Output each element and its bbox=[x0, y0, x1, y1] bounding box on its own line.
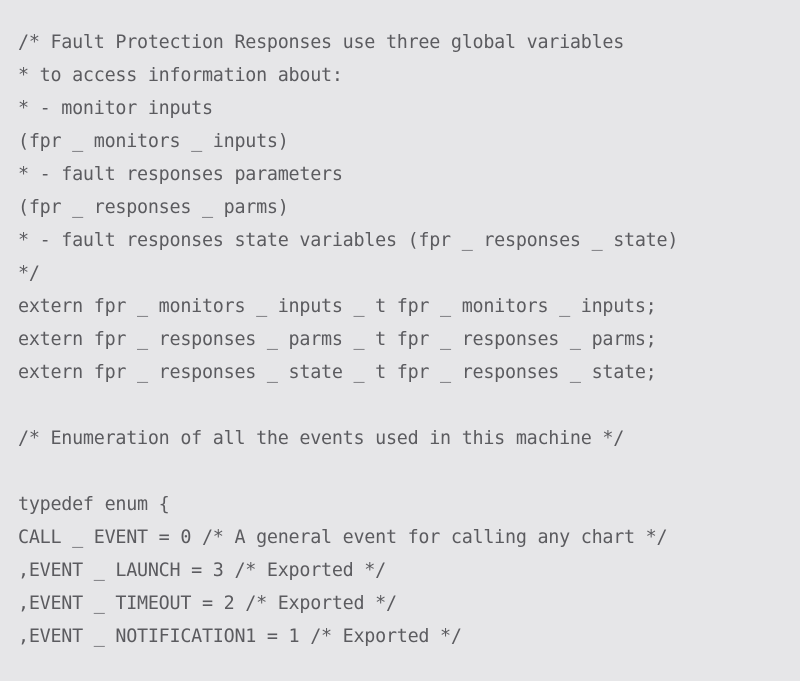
code-line: (fpr _ monitors _ inputs) bbox=[18, 131, 289, 152]
code-line: */ bbox=[18, 263, 40, 284]
code-listing: /* Fault Protection Responses use three … bbox=[0, 0, 800, 681]
code-line: extern fpr _ monitors _ inputs _ t fpr _… bbox=[18, 296, 657, 317]
code-line: extern fpr _ responses _ state _ t fpr _… bbox=[18, 362, 657, 383]
code-line: * - monitor inputs bbox=[18, 98, 213, 119]
code-line: * - fault responses parameters bbox=[18, 164, 343, 185]
code-line: ,EVENT _ LAUNCH = 3 /* Exported */ bbox=[18, 560, 386, 581]
code-line: ,EVENT _ NOTIFICATION1 = 1 /* Exported *… bbox=[18, 626, 462, 647]
code-line: /* Enumeration of all the events used in… bbox=[18, 428, 625, 449]
code-line: /* Fault Protection Responses use three … bbox=[18, 32, 625, 53]
code-line: * to access information about: bbox=[18, 65, 343, 86]
code-line: typedef enum { bbox=[18, 494, 170, 515]
code-line: ,EVENT _ TIMEOUT = 2 /* Exported */ bbox=[18, 593, 397, 614]
code-line: CALL _ EVENT = 0 /* A general event for … bbox=[18, 527, 668, 548]
code-line: extern fpr _ responses _ parms _ t fpr _… bbox=[18, 329, 657, 350]
code-line: (fpr _ responses _ parms) bbox=[18, 197, 289, 218]
code-line: * - fault responses state variables (fpr… bbox=[18, 230, 679, 251]
